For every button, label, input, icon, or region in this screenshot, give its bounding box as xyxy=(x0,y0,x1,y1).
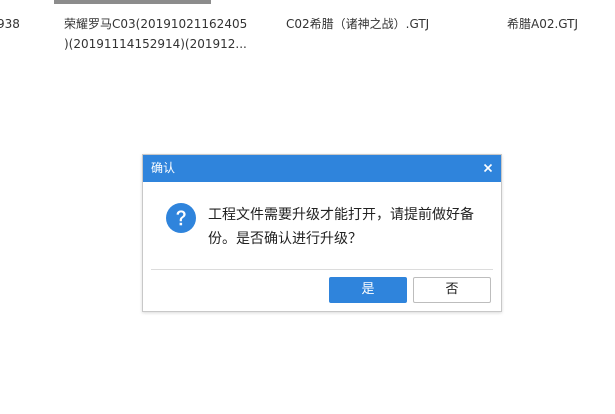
file-item-name[interactable]: C02希腊（诸神之战）.GTJ xyxy=(286,14,429,34)
dialog-message: 工程文件需要升级才能打开，请提前做好备 份。是否确认进行升级？ xyxy=(208,203,493,251)
file-item-name[interactable]: 希腊A02.GTJ xyxy=(507,14,578,34)
question-icon xyxy=(166,203,196,233)
file-name-line: )(20191114152914)(201912... xyxy=(64,37,247,51)
dialog-titlebar[interactable]: 确认 xyxy=(143,155,501,182)
file-name-line: 荣耀罗马C03(20191021162405 xyxy=(64,17,248,31)
yes-button[interactable]: 是 xyxy=(329,277,407,303)
dialog-divider xyxy=(151,269,493,270)
close-icon[interactable] xyxy=(481,161,495,175)
dialog-message-line: 份。是否确认进行升级？ xyxy=(208,231,362,247)
confirm-dialog: 确认 工程文件需要升级才能打开，请提前做好备 份。是否确认进行升级？ 是 否 xyxy=(142,154,502,312)
file-name-line: C02希腊（诸神之战）.GTJ xyxy=(286,17,430,31)
file-item-name[interactable]: 荣耀罗马C03(20191021162405 )(20191114152914)… xyxy=(64,14,247,54)
dialog-message-line: 工程文件需要升级才能打开，请提前做好备 xyxy=(208,207,474,223)
no-button[interactable]: 否 xyxy=(413,277,491,303)
dialog-title: 确认 xyxy=(151,161,176,175)
file-item-name[interactable]: 938 xyxy=(0,14,20,34)
file-thumbnail-strip[interactable] xyxy=(54,0,211,4)
file-name-line: 938 xyxy=(0,17,20,31)
file-name-line: 希腊A02.GTJ xyxy=(507,17,579,31)
